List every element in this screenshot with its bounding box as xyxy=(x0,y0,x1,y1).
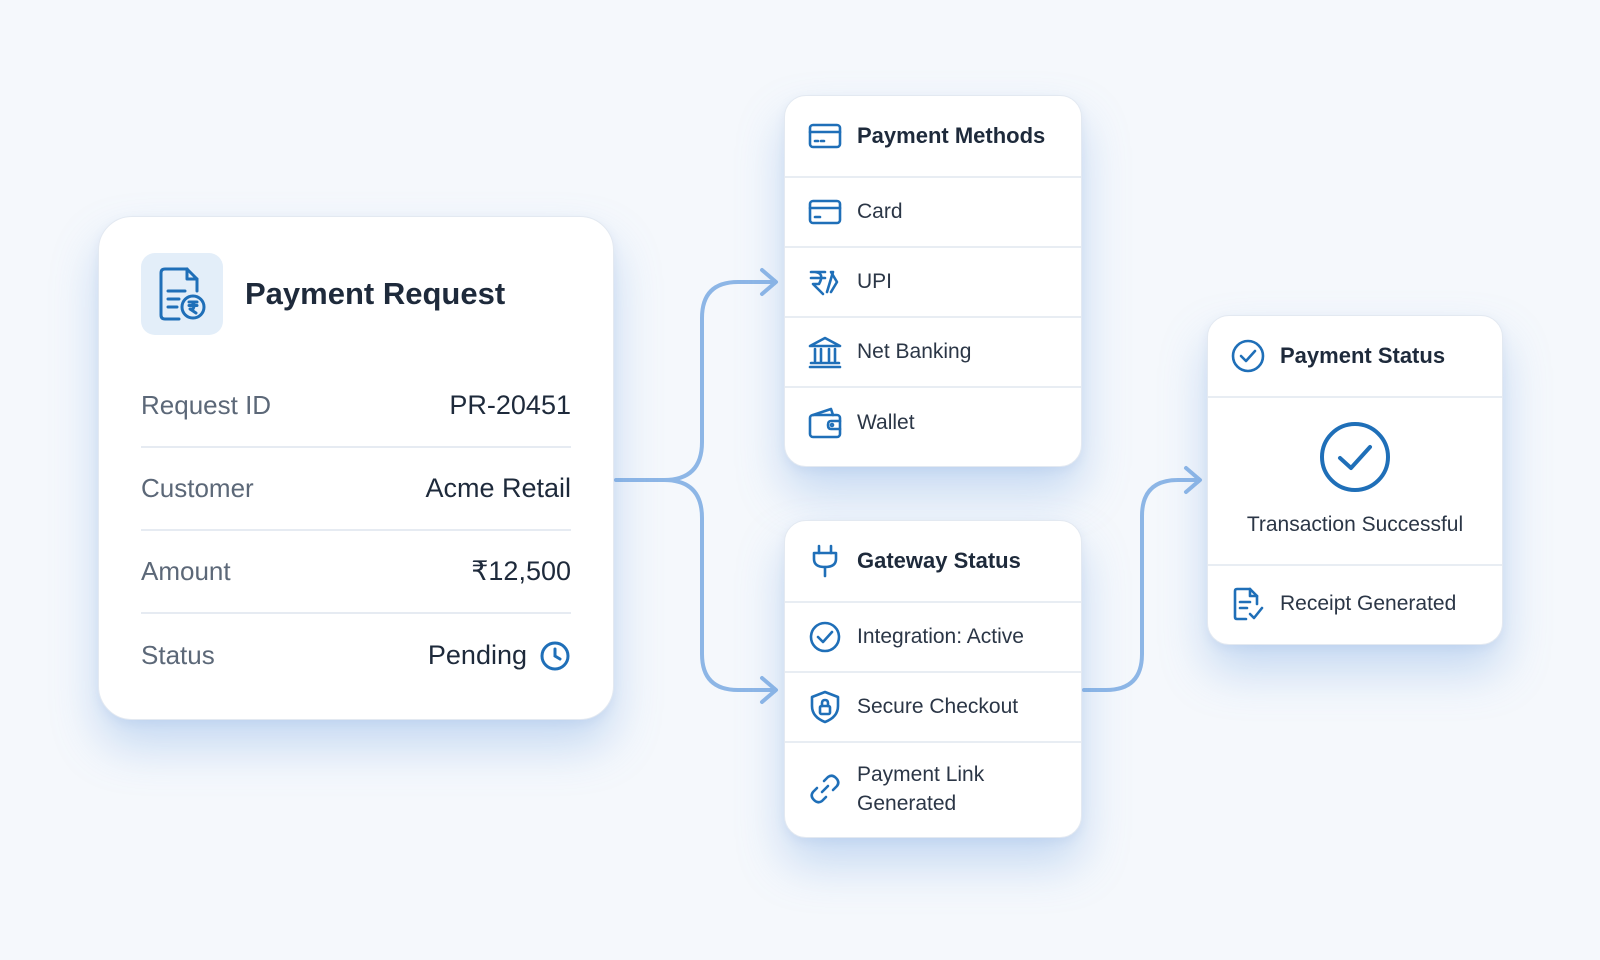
transaction-result-text: Transaction Successful xyxy=(1246,513,1464,536)
payment-request-card: Payment Request Request ID PR-20451 Cust… xyxy=(98,216,614,720)
connector-gateway-to-status xyxy=(1082,478,1200,692)
detail-row-customer: Customer Acme Retail xyxy=(141,448,571,531)
large-check-circle-icon xyxy=(1318,420,1392,499)
connector-request-to-methods xyxy=(614,280,777,482)
transaction-result: Transaction Successful xyxy=(1208,398,1502,566)
method-label: Card xyxy=(857,200,903,223)
gateway-payment-link: Payment Link Generated xyxy=(785,743,1081,835)
detail-row-amount: Amount ₹12,500 xyxy=(141,531,571,614)
check-circle-icon xyxy=(1230,338,1266,374)
detail-label: Status xyxy=(141,640,215,670)
detail-value: ₹12,500 xyxy=(471,556,571,586)
payment-status-header: Payment Status xyxy=(1208,316,1502,398)
method-wallet[interactable]: Wallet xyxy=(785,388,1081,458)
connector-request-to-gateway xyxy=(662,478,777,692)
detail-label: Request ID xyxy=(141,390,272,420)
bank-icon xyxy=(807,334,843,370)
wallet-icon xyxy=(807,405,843,441)
detail-value: PR-20451 xyxy=(449,390,571,420)
gateway-item-label: Integration: Active xyxy=(857,625,1024,648)
detail-label: Customer xyxy=(141,473,254,503)
payment-status-title: Payment Status xyxy=(1280,343,1446,368)
payment-status-card: Payment Status Transaction Successful Re… xyxy=(1207,315,1503,645)
payment-request-details: Request ID PR-20451 Customer Acme Retail… xyxy=(141,365,571,697)
detail-row-request-id: Request ID PR-20451 xyxy=(141,365,571,448)
method-label: Wallet xyxy=(857,411,915,434)
detail-row-status: Status Pending xyxy=(141,614,571,697)
method-card[interactable]: Card xyxy=(785,178,1081,248)
payment-methods-card: Payment Methods Card UPI Net Banking Wal… xyxy=(784,95,1082,467)
method-label: Net Banking xyxy=(857,340,972,363)
payment-request-header: Payment Request xyxy=(141,253,505,335)
detail-value: Acme Retail xyxy=(425,473,571,503)
receipt-check-icon xyxy=(1230,586,1266,622)
method-upi[interactable]: UPI xyxy=(785,248,1081,318)
receipt-rupee-icon xyxy=(141,253,223,335)
plug-icon xyxy=(807,543,843,579)
receipt-row: Receipt Generated xyxy=(1208,566,1502,642)
gateway-integration: Integration: Active xyxy=(785,603,1081,673)
gateway-item-label: Payment Link Generated xyxy=(857,763,985,815)
check-circle-icon xyxy=(807,619,843,655)
credit-card-icon xyxy=(807,194,843,230)
arrowhead-status xyxy=(1184,466,1202,494)
arrowhead-gateway xyxy=(760,676,778,704)
gateway-status-card: Gateway Status Integration: Active Secur… xyxy=(784,520,1082,838)
gateway-status-title: Gateway Status xyxy=(857,548,1021,573)
gateway-item-label: Secure Checkout xyxy=(857,695,1019,718)
upi-icon xyxy=(807,264,843,300)
method-label: UPI xyxy=(857,270,893,293)
payment-request-title: Payment Request xyxy=(245,276,506,311)
status-value-wrap: Pending xyxy=(428,640,571,672)
payment-methods-title: Payment Methods xyxy=(857,123,1046,148)
method-net-banking[interactable]: Net Banking xyxy=(785,318,1081,388)
shield-lock-icon xyxy=(807,689,843,725)
gateway-secure-checkout: Secure Checkout xyxy=(785,673,1081,743)
payment-methods-header: Payment Methods xyxy=(785,96,1081,178)
arrowhead-methods xyxy=(760,268,778,296)
gateway-status-header: Gateway Status xyxy=(785,521,1081,603)
link-icon xyxy=(807,771,843,807)
status-value: Pending xyxy=(427,640,527,670)
receipt-label: Receipt Generated xyxy=(1280,592,1457,615)
credit-card-icon xyxy=(807,118,843,154)
detail-label: Amount xyxy=(141,556,231,586)
clock-icon xyxy=(539,640,571,672)
